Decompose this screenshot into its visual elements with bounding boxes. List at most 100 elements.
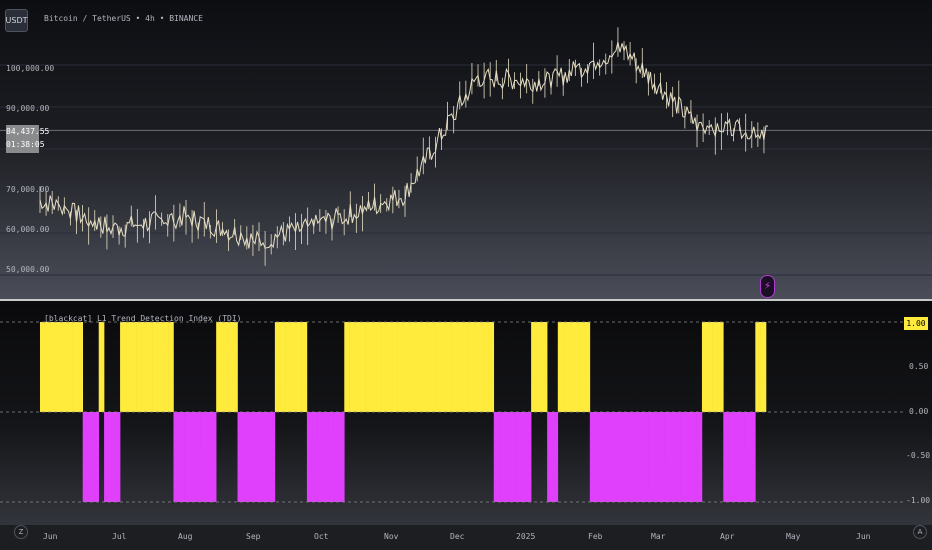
- tdi-bar: [696, 412, 703, 502]
- tdi-bar: [701, 322, 708, 412]
- tdi-bar: [40, 322, 46, 412]
- tdi-bar: [360, 322, 366, 412]
- tdi-bar: [429, 322, 436, 412]
- tdi-bar: [184, 412, 190, 502]
- tdi-bar: [248, 412, 254, 502]
- tdi-bar: [483, 322, 489, 412]
- tdi-bar: [675, 412, 681, 502]
- month-label: Apr: [720, 532, 735, 541]
- tdi-bar: [370, 322, 377, 412]
- tdi-bar: [493, 412, 500, 502]
- tdi-bar: [98, 322, 105, 412]
- tdi-bar: [253, 412, 260, 502]
- tdi-bar: [141, 322, 148, 412]
- month-label: Oct: [314, 532, 329, 541]
- tdi-bar: [733, 412, 740, 502]
- tdi-bar: [440, 322, 447, 412]
- tdi-bar: [349, 322, 356, 412]
- tdi-bar: [408, 322, 414, 412]
- tdi-bar: [413, 322, 420, 412]
- tdi-bar: [563, 322, 569, 412]
- tdi-bar: [178, 412, 185, 502]
- tdi-bar: [290, 322, 297, 412]
- price-series: [39, 27, 769, 266]
- flash-icon[interactable]: ⚡: [760, 275, 775, 298]
- tdi-bar: [739, 412, 745, 502]
- month-label: Aug: [178, 532, 193, 541]
- tdi-bar: [584, 322, 591, 412]
- tdi-bar: [237, 412, 244, 502]
- tdi-bar: [445, 322, 452, 412]
- tdi-bar: [264, 412, 270, 502]
- tdi-bar: [66, 322, 73, 412]
- month-label: Feb: [588, 532, 603, 541]
- tdi-bar: [595, 412, 601, 502]
- tdi-bar: [632, 412, 639, 502]
- symbol-badge[interactable]: USDT: [5, 9, 28, 32]
- tdi-bar: [712, 322, 719, 412]
- tdi-bar: [525, 412, 532, 502]
- month-label: Nov: [384, 532, 399, 541]
- tdi-bar: [258, 412, 265, 502]
- tdi-bar: [547, 412, 553, 502]
- tdi-bar: [467, 322, 473, 412]
- tdi-bar: [189, 412, 196, 502]
- tdi-bar: [109, 412, 116, 502]
- tdi-bar: [531, 322, 537, 412]
- month-label: Jun: [856, 532, 871, 541]
- tdi-bar: [306, 412, 313, 502]
- tdi-bar: [760, 322, 767, 412]
- tdi-bar: [691, 412, 697, 502]
- tdi-bar: [643, 412, 649, 502]
- tdi-bar: [541, 322, 548, 412]
- tdi-bar: [477, 322, 484, 412]
- tdi-bar: [637, 412, 644, 502]
- tdi-bar: [312, 412, 318, 502]
- price-tick-label: 90,000.00: [6, 104, 50, 113]
- tdi-bar: [120, 322, 126, 412]
- tdi-bar: [280, 322, 286, 412]
- tdi-bar: [509, 412, 516, 502]
- tdi-bar: [717, 322, 724, 412]
- tdi-bar: [680, 412, 687, 502]
- tdi-bar: [573, 322, 580, 412]
- tdi-bar: [88, 412, 94, 502]
- tdi-bar: [392, 322, 398, 412]
- price-tick-label: 70,000.00: [6, 185, 50, 194]
- indicator-current-value: 1.00: [904, 317, 928, 330]
- tdi-bar: [424, 322, 430, 412]
- tdi-bar: [56, 322, 62, 412]
- indicator-tick-label: 0.50: [909, 362, 929, 371]
- current-price-value: 84,437.55: [6, 127, 50, 136]
- tdi-bar: [296, 322, 302, 412]
- tdi-bar: [499, 412, 505, 502]
- tdi-bar: [354, 322, 361, 412]
- tdi-bar: [376, 322, 382, 412]
- tdi-bar: [515, 412, 521, 502]
- tdi-bar: [472, 322, 479, 412]
- tdi-bar: [221, 322, 228, 412]
- tdi-bar: [205, 412, 212, 502]
- tdi-bar: [755, 322, 761, 412]
- tdi-bar: [605, 412, 612, 502]
- tdi-bar: [616, 412, 623, 502]
- tdi-bar: [125, 322, 132, 412]
- tdi-bar: [338, 412, 345, 502]
- tdi-bar: [242, 412, 249, 502]
- chart-canvas: [0, 27, 932, 503]
- tdi-bar: [579, 322, 585, 412]
- tdi-bar: [386, 322, 393, 412]
- tdi-bar: [589, 412, 596, 502]
- indicator-tick-label: -1.00: [906, 496, 931, 505]
- tdi-bar: [664, 412, 671, 502]
- symbol-title: Bitcoin / TetherUS • 4h • BINANCE: [44, 14, 203, 23]
- tdi-bar: [317, 412, 324, 502]
- price-tick-label: 100,000.00: [6, 64, 55, 73]
- tdi-bar: [77, 322, 84, 412]
- tdi-bar: [72, 322, 78, 412]
- tdi-bar: [274, 322, 281, 412]
- tdi-bar: [600, 412, 607, 502]
- tdi-bar: [269, 412, 276, 502]
- goto-start-button[interactable]: Z: [14, 525, 28, 539]
- auto-scale-button[interactable]: A: [913, 525, 927, 539]
